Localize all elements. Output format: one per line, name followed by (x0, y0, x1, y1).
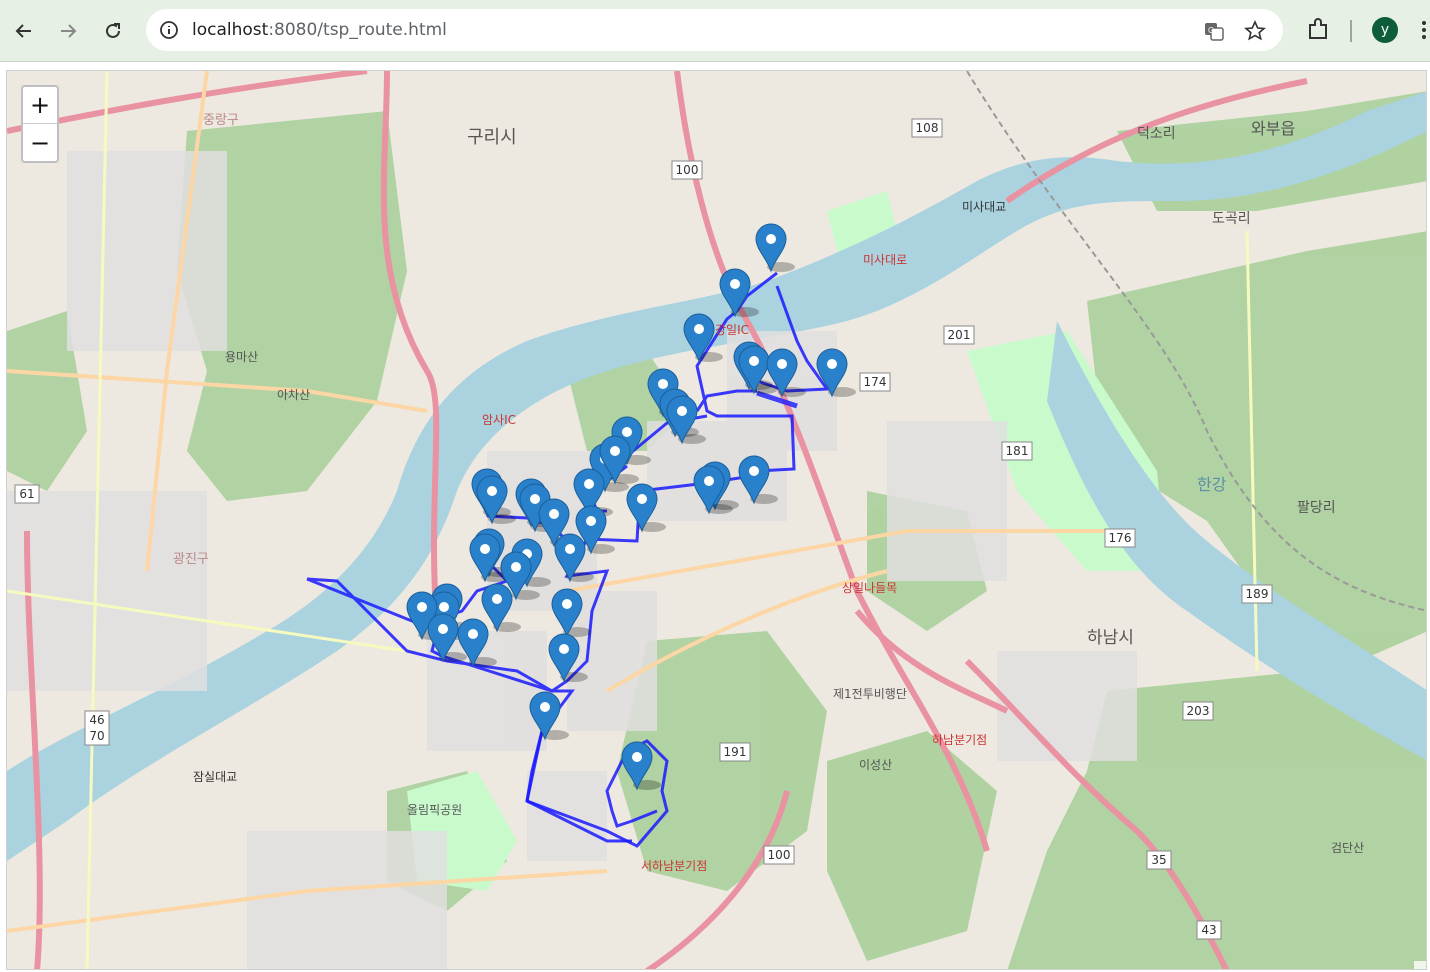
translate-icon[interactable]: G (1203, 20, 1225, 42)
map-marker[interactable] (755, 223, 795, 273)
profile-avatar[interactable]: y (1372, 17, 1398, 43)
browser-chrome: localhost:8080/tsp_route.html G y (0, 0, 1430, 62)
toolbar-separator (1350, 20, 1352, 42)
map-marker[interactable] (738, 455, 778, 505)
map-marker[interactable] (476, 475, 516, 525)
back-button[interactable] (7, 14, 41, 48)
leaflet-attribution[interactable] (1414, 961, 1426, 969)
forward-button[interactable] (51, 14, 85, 48)
browser-toolbar: localhost:8080/tsp_route.html G y (0, 0, 1430, 62)
map-marker[interactable] (719, 268, 759, 318)
map-marker[interactable] (816, 348, 856, 398)
url-text: localhost:8080/tsp_route.html (192, 19, 447, 41)
leaflet-map[interactable]: 108 100 201 174 181 176 189 61 46 70 191 … (6, 70, 1427, 970)
back-icon (15, 24, 31, 38)
zoom-control: + − (21, 85, 59, 163)
star-icon[interactable] (1244, 20, 1266, 42)
map-marker[interactable] (626, 483, 666, 533)
svg-text:G: G (1208, 26, 1214, 35)
reload-icon (106, 23, 120, 38)
url-path: :8080/tsp_route.html (268, 20, 447, 40)
info-icon[interactable] (158, 19, 180, 41)
menu-icon[interactable] (1418, 16, 1430, 44)
map-marker[interactable] (548, 633, 588, 683)
map-marker[interactable] (551, 588, 591, 638)
forward-icon (61, 24, 77, 38)
zoom-in-button[interactable]: + (23, 87, 57, 124)
zoom-out-button[interactable]: − (23, 124, 57, 161)
marker-layer (406, 223, 856, 791)
url-host: localhost (192, 20, 269, 40)
map-marker[interactable] (666, 395, 706, 445)
map-marker[interactable] (529, 691, 569, 741)
reload-button[interactable] (96, 14, 130, 48)
extensions-icon[interactable] (1304, 16, 1332, 44)
map-marker[interactable] (683, 313, 723, 363)
map-marker[interactable] (621, 741, 661, 791)
address-bar[interactable]: localhost:8080/tsp_route.html G (146, 9, 1283, 51)
